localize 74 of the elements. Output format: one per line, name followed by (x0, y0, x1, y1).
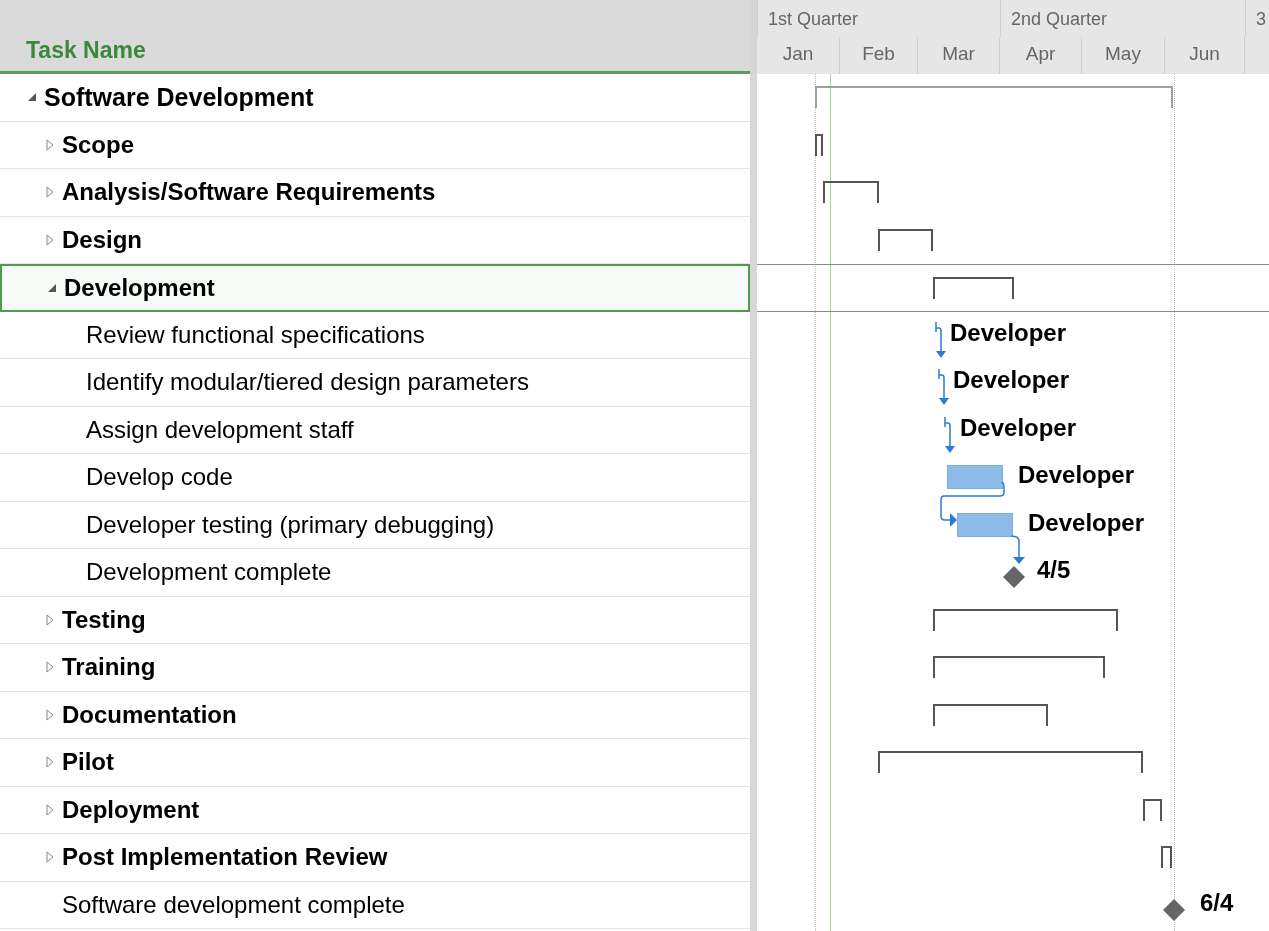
task-name: Review functional specifications (86, 319, 425, 350)
task-name: Pilot (62, 747, 114, 778)
month-label: Jun (1189, 42, 1220, 66)
task-name: Training (62, 652, 156, 683)
bar-label: Developer (953, 365, 1070, 395)
expand-icon[interactable] (44, 138, 56, 151)
bar-label: Developer (1018, 460, 1135, 490)
month-label: Mar (942, 42, 975, 66)
expand-icon[interactable] (44, 233, 56, 246)
bar-label: Developer (960, 412, 1077, 443)
link-arrow-icon (935, 321, 949, 360)
bar-label: 6/4 (1200, 887, 1234, 918)
task-name: Assign development staff (86, 414, 354, 445)
link-arrow-icon (938, 369, 952, 407)
task-row[interactable]: Development (0, 264, 750, 312)
expand-icon[interactable] (44, 851, 56, 864)
summary-bar (1143, 798, 1162, 821)
task-row[interactable]: Software Development (0, 74, 750, 122)
month-label: Feb (862, 42, 895, 66)
task-name: Development (64, 272, 215, 303)
bar-label: 4/5 (1037, 555, 1071, 585)
task-row[interactable]: Training (0, 644, 750, 692)
task-row[interactable]: Development complete (0, 549, 750, 597)
bar-label: Developer (950, 317, 1067, 348)
task-row[interactable]: Pilot (0, 739, 750, 787)
task-name: Scope (62, 129, 135, 160)
summary-bar (823, 181, 879, 203)
bar-label: Developer (1028, 507, 1145, 538)
task-row[interactable]: Analysis/Software Requirements (0, 169, 750, 217)
quarter-label: 3 (1256, 9, 1266, 29)
task-name: Post Implementation Review (62, 842, 388, 873)
expand-icon[interactable] (44, 613, 56, 626)
month-label: Apr (1025, 42, 1056, 66)
task-row[interactable]: Documentation (0, 691, 750, 739)
task-row[interactable]: Deployment (0, 786, 750, 834)
dependency-arrow (1011, 535, 1027, 565)
task-row[interactable]: Developer testing (primary debugging) (0, 501, 750, 549)
summary-bar (878, 228, 933, 251)
task-row[interactable]: Scope (0, 121, 750, 169)
link-arrow-icon (944, 416, 958, 455)
task-name: Software development complete (62, 889, 405, 920)
task-bar (947, 465, 1003, 489)
expand-icon[interactable] (44, 803, 56, 816)
task-row[interactable]: Assign development staff (0, 406, 750, 454)
task-name: Documentation (62, 699, 237, 730)
task-name: Identify modular/tiered design parameters (86, 367, 529, 398)
task-name: Testing (62, 604, 146, 635)
quarter-label: 1st Quarter (768, 9, 859, 29)
milestone-diamond (1002, 565, 1026, 589)
task-row[interactable]: Develop code (0, 454, 750, 502)
milestone-diamond (1162, 897, 1186, 922)
task-row[interactable]: Identify modular/tiered design parameters (0, 359, 750, 407)
task-row[interactable]: Post Implementation Review (0, 834, 750, 882)
task-row[interactable]: Software development complete (0, 881, 750, 929)
collapse-icon[interactable] (26, 91, 38, 104)
task-name: Development complete (86, 557, 332, 588)
expand-icon[interactable] (44, 756, 56, 769)
summary-bar (815, 133, 823, 156)
task-name: Analysis/Software Requirements (62, 177, 436, 208)
expand-icon[interactable] (44, 186, 56, 199)
task-name: Develop code (86, 462, 233, 493)
quarter-label: 2nd Quarter (1011, 9, 1108, 29)
summary-bar (1161, 846, 1172, 868)
task-row[interactable]: Review functional specifications (0, 311, 750, 359)
expand-icon[interactable] (44, 661, 56, 674)
task-name: Design (62, 224, 142, 255)
task-name: Deployment (62, 794, 200, 825)
month-label: Jan (782, 42, 814, 66)
task-name: Developer testing (primary debugging) (86, 509, 495, 540)
task-row[interactable]: Testing (0, 596, 750, 644)
task-bar (957, 512, 1013, 537)
task-name: Software Development (44, 81, 314, 113)
expand-icon[interactable] (44, 708, 56, 721)
month-label: May (1105, 42, 1141, 66)
